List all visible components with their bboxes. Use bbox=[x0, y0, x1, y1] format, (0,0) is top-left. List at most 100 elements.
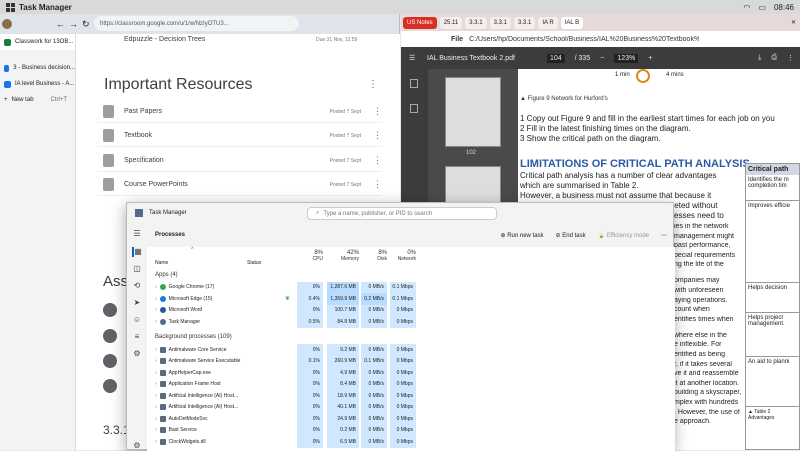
expand-chevron-icon[interactable]: › bbox=[155, 416, 157, 422]
tab-ial-b[interactable]: IAL B bbox=[560, 16, 584, 29]
battery-icon[interactable]: ▭ bbox=[758, 3, 766, 12]
process-name-cell: › Task Manager bbox=[155, 318, 200, 325]
process-row[interactable]: › Antimalware Service Executable 0.1% 260.9… bbox=[147, 355, 675, 367]
resource-specification[interactable]: Specification Posted 7 Sept ⋮ bbox=[97, 150, 382, 172]
table-cell: Improves efficie bbox=[746, 201, 799, 283]
new-tab-button[interactable]: + New tab Ctrl+T bbox=[0, 92, 75, 108]
reload-icon[interactable]: ↻ bbox=[82, 19, 90, 30]
expand-chevron-icon[interactable]: › bbox=[155, 370, 157, 376]
more-options-icon[interactable]: ⋮ bbox=[373, 179, 382, 190]
process-row[interactable]: › Task Manager 0.5% 84.8 MB 0 MB/s 0 Mbps bbox=[147, 316, 675, 328]
wifi-icon[interactable]: ◠ bbox=[743, 3, 750, 12]
process-group-header[interactable]: Background processes (109) bbox=[147, 332, 675, 344]
expand-chevron-icon[interactable]: › bbox=[155, 404, 157, 410]
column-status[interactable]: Status bbox=[247, 260, 261, 266]
expand-chevron-icon[interactable]: › bbox=[155, 319, 157, 325]
paragraph-line: past performance, bbox=[674, 242, 731, 250]
process-row[interactable]: › AppHelperCap.exe 0% 4.9 MB 0 MB/s 0 Mbps bbox=[147, 367, 675, 379]
process-row[interactable]: › Antimalware Core Service 0% 9.2 MB 0 MB/s 0… bbox=[147, 344, 675, 356]
tab-3-3-1-c[interactable]: 3.3.1 bbox=[513, 16, 536, 29]
nav-users[interactable]: ☺ bbox=[132, 315, 142, 325]
edpuzzle-item[interactable]: Edpuzzle - Decision Trees bbox=[124, 36, 205, 43]
download-icon[interactable]: ⤓ bbox=[758, 54, 761, 62]
menu-icon[interactable]: ☰ bbox=[409, 54, 415, 62]
forward-icon[interactable]: → bbox=[69, 19, 78, 29]
expand-chevron-icon[interactable]: › bbox=[155, 393, 157, 399]
nav-app-history[interactable]: ⟲ bbox=[132, 281, 142, 291]
resource-textbook[interactable]: Textbook Posted 7 Sept ⋮ bbox=[97, 125, 382, 147]
pdf-address-bar[interactable]: File C:/Users/hp/Documents/School/Busine… bbox=[401, 31, 800, 47]
expand-chevron-icon[interactable]: › bbox=[155, 427, 157, 433]
chrome-address-bar[interactable]: https://classroom.google.com/u/1/w/NzIyO… bbox=[94, 16, 299, 31]
process-row[interactable]: › Artificial Intelligence (AI) Host... 0% 4… bbox=[147, 401, 675, 413]
process-row[interactable]: › Microsoft Edge (15) ❦ 0.4% 1,359.9 MB 0.2 M… bbox=[147, 293, 675, 305]
column-cpu[interactable]: 8% CPU bbox=[297, 250, 323, 262]
resource-course-powerpoints[interactable]: Course PowerPoints Posted 7 Sept ⋮ bbox=[97, 174, 382, 196]
process-cpu-cell: 0.1% bbox=[297, 355, 323, 367]
print-icon[interactable]: ⎙ bbox=[771, 54, 777, 62]
table-caption: ▲ Table 2 Advantages bbox=[748, 409, 775, 421]
efficiency-mode-button[interactable]: 🍃 Efficiency mode bbox=[598, 232, 649, 239]
expand-chevron-icon[interactable]: › bbox=[155, 381, 157, 387]
process-row[interactable]: › Artificial Intelligence (AI) Host... 0% 1… bbox=[147, 390, 675, 402]
hamburger-icon[interactable]: ☰ bbox=[132, 229, 142, 239]
expand-chevron-icon[interactable]: › bbox=[155, 358, 157, 364]
column-disk[interactable]: 8% Disk bbox=[361, 250, 387, 262]
profile-avatar[interactable] bbox=[2, 19, 12, 29]
tab-business-decision[interactable]: 3 - Business decision... bbox=[0, 60, 75, 76]
more-options-icon[interactable]: ⋯ bbox=[661, 232, 667, 239]
process-group-header[interactable]: Apps (4) bbox=[147, 269, 675, 281]
tab-3-3-1-b[interactable]: 3.3.1 bbox=[489, 16, 511, 29]
process-search-input[interactable]: ⌕ Type a name, publisher, or PID to searc… bbox=[307, 207, 497, 220]
column-memory[interactable]: 42% Memory bbox=[327, 250, 359, 262]
task-manager-titlebar[interactable]: Task Manager ⌕ Type a name, publisher, or… bbox=[127, 203, 673, 223]
back-icon[interactable]: ← bbox=[56, 19, 65, 29]
process-row[interactable]: › Google Chrome (17) 0% 1,287.6 MB 0 MB/s 0.1… bbox=[147, 281, 675, 293]
tab-ia-business[interactable]: IA level Business - A... bbox=[0, 76, 75, 92]
expand-chevron-icon[interactable]: › bbox=[155, 439, 157, 445]
page-thumbnail[interactable] bbox=[445, 77, 501, 147]
zoom-level[interactable]: 123% bbox=[614, 53, 639, 63]
expand-chevron-icon[interactable]: › bbox=[155, 307, 157, 313]
expand-chevron-icon[interactable]: › bbox=[155, 296, 157, 302]
process-row[interactable]: › Bast Service 0% 0.2 MB 0 MB/s 0 Mbps bbox=[147, 424, 675, 436]
more-icon[interactable]: ⋮ bbox=[787, 54, 800, 62]
nav-details[interactable]: ≡ bbox=[132, 332, 142, 342]
expand-chevron-icon[interactable]: › bbox=[155, 347, 157, 353]
process-net-cell: 0 Mbps bbox=[390, 355, 416, 367]
process-mem-cell: 1,287.6 MB bbox=[327, 281, 359, 293]
thumbnails-icon[interactable] bbox=[410, 79, 418, 88]
zoom-in-icon[interactable]: + bbox=[648, 55, 652, 62]
process-row[interactable]: › AutoDetModeSvc 0% 24.9 MB 0 MB/s 0 Mbps bbox=[147, 413, 675, 425]
nav-processes[interactable]: ▦ bbox=[132, 247, 142, 257]
nav-performance[interactable]: ◫ bbox=[132, 264, 142, 274]
process-row[interactable]: › Microsoft Word 0% 100.7 MB 0 MB/s 0 Mbps bbox=[147, 304, 675, 316]
process-name: Microsoft Word bbox=[168, 307, 203, 314]
nav-services[interactable]: ⚙ bbox=[132, 349, 142, 359]
process-cpu-cell: 0% bbox=[297, 401, 323, 413]
column-name[interactable]: Name bbox=[155, 260, 168, 266]
run-new-task-button[interactable]: ⊕ Run new task bbox=[500, 232, 543, 239]
tab-us-notes[interactable]: US Notes bbox=[403, 16, 437, 29]
page-number-input[interactable]: 104 bbox=[546, 53, 565, 63]
tab-25-11[interactable]: 25.11 bbox=[439, 16, 463, 29]
windows-icon[interactable] bbox=[6, 2, 15, 12]
more-options-icon[interactable]: ⋮ bbox=[373, 155, 382, 166]
process-row[interactable]: › Application Frame Host 0% 8.4 MB 0 MB/s 0 M… bbox=[147, 378, 675, 390]
nav-startup-apps[interactable]: ➤ bbox=[132, 298, 142, 308]
zoom-out-icon[interactable]: − bbox=[600, 55, 604, 62]
more-options-icon[interactable]: ⋮ bbox=[368, 79, 378, 90]
column-network[interactable]: 0% Network bbox=[390, 250, 416, 262]
end-task-button[interactable]: ⊘ End task bbox=[556, 232, 586, 239]
outline-icon[interactable] bbox=[410, 104, 418, 113]
process-row[interactable]: › ClockWidgets.dll 0% 6.5 MB 0 MB/s 0 Mbps bbox=[147, 436, 675, 448]
more-options-icon[interactable]: ⋮ bbox=[373, 130, 382, 141]
network-node bbox=[636, 69, 650, 83]
close-icon[interactable]: ✕ bbox=[791, 19, 800, 26]
resource-past-papers[interactable]: Past Papers Posted 7 Sept ⋮ bbox=[97, 101, 382, 123]
tab-classwork[interactable]: Classwork for 13OB... bbox=[0, 34, 75, 50]
tab-3-3-1-a[interactable]: 3.3.1 bbox=[465, 16, 487, 29]
tab-ia-r[interactable]: IA R bbox=[538, 16, 558, 29]
expand-chevron-icon[interactable]: › bbox=[155, 284, 157, 290]
more-options-icon[interactable]: ⋮ bbox=[373, 106, 382, 117]
